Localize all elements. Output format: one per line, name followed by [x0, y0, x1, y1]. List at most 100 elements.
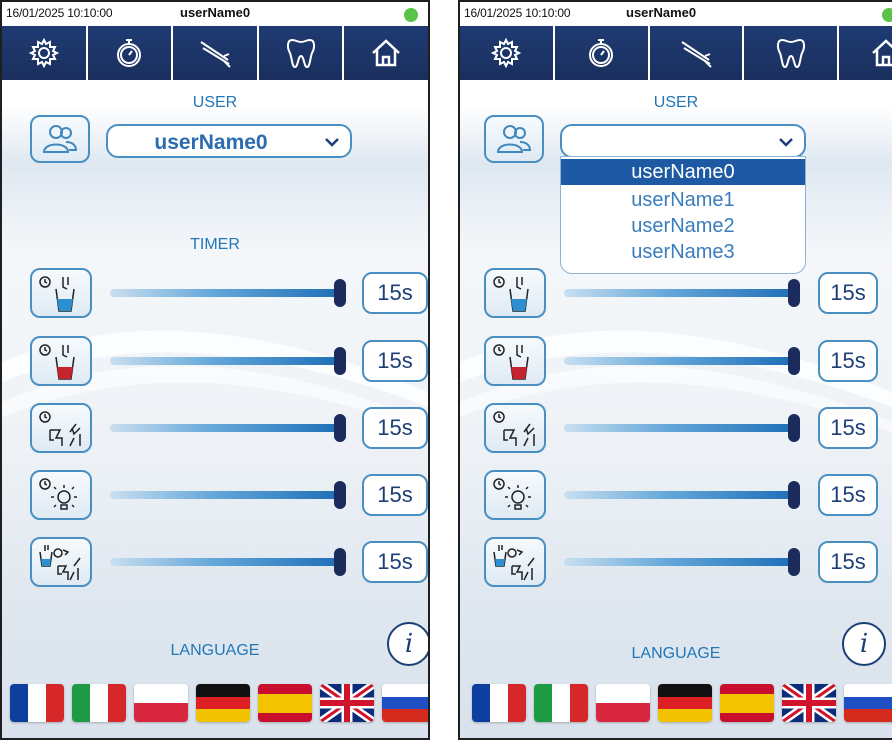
flag-russia-icon[interactable] [382, 684, 428, 722]
timer-value-box[interactable]: 15s [362, 474, 428, 516]
timer-row: 15s [2, 403, 428, 457]
flag-germany-icon[interactable] [658, 684, 712, 722]
cup-red-timer-icon [493, 344, 529, 380]
spittoon-timer-slider[interactable] [110, 414, 346, 442]
slider-thumb[interactable] [788, 414, 800, 442]
language-section-title: LANGUAGE [170, 642, 260, 659]
flag-france-icon[interactable] [472, 684, 526, 722]
flag-uk-icon[interactable] [782, 684, 836, 722]
slider-thumb[interactable] [334, 548, 346, 576]
cup-blue-timer-icon [493, 276, 529, 312]
cup-blue-timer-button[interactable] [30, 268, 92, 318]
flag-france-icon[interactable] [10, 684, 64, 722]
cycle-timer-button[interactable] [30, 537, 92, 587]
status-indicator [404, 8, 418, 22]
language-flags [472, 684, 892, 724]
info-button[interactable]: i [842, 622, 886, 666]
cup-spittoon-cycle-timer-icon [493, 545, 535, 581]
slider-thumb[interactable] [334, 279, 346, 307]
slider-thumb[interactable] [788, 279, 800, 307]
user-profile-button[interactable] [484, 115, 544, 163]
slider-thumb[interactable] [334, 347, 346, 375]
timer-value-box[interactable]: 15s [362, 407, 428, 449]
lamp-timer-slider[interactable] [564, 481, 800, 509]
settings-button[interactable] [2, 26, 86, 80]
flag-poland-icon[interactable] [134, 684, 188, 722]
spittoon-timer-button[interactable] [484, 403, 546, 453]
users-icon [496, 125, 532, 153]
user-section-title: USER [192, 94, 238, 111]
settings-button[interactable] [460, 26, 553, 80]
cup-blue-timer-icon [39, 276, 75, 312]
spittoon-timer-slider[interactable] [564, 414, 800, 442]
cycle-timer-slider[interactable] [564, 548, 800, 576]
slider-thumb[interactable] [788, 548, 800, 576]
user-select-dropdown[interactable] [560, 124, 806, 158]
slider-thumb[interactable] [334, 414, 346, 442]
flag-germany-icon[interactable] [196, 684, 250, 722]
cup-red-timer-slider[interactable] [564, 347, 800, 375]
current-user-label: userName0 [180, 5, 251, 20]
timer-row: 15s [460, 470, 892, 524]
flag-italy-icon[interactable] [534, 684, 588, 722]
cup-spittoon-cycle-timer-icon [39, 545, 81, 581]
datetime-label: 16/01/2025 10:10:00 [464, 6, 571, 20]
lamp-timer-button[interactable] [30, 470, 92, 520]
user-select-dropdown[interactable]: userName0 [106, 124, 352, 158]
slider-thumb[interactable] [788, 347, 800, 375]
flag-italy-icon[interactable] [72, 684, 126, 722]
tooth-button[interactable] [258, 26, 343, 80]
flag-spain-icon[interactable] [258, 684, 312, 722]
timer-row: 15s [460, 537, 892, 591]
timer-value-box[interactable]: 15s [818, 340, 878, 382]
home-button[interactable] [839, 26, 892, 80]
user-option[interactable]: userName3 [561, 239, 805, 265]
home-button[interactable] [344, 26, 428, 80]
timer-value-box[interactable]: 15s [818, 474, 878, 516]
flag-poland-icon[interactable] [596, 684, 650, 722]
user-section-title: USER [653, 94, 699, 111]
user-profile-button[interactable] [30, 115, 90, 163]
cup-blue-timer-button[interactable] [484, 268, 546, 318]
flag-uk-icon[interactable] [320, 684, 374, 722]
datetime-label: 16/01/2025 10:10:00 [6, 6, 113, 20]
timer-button[interactable] [554, 26, 648, 80]
instruments-button[interactable] [173, 26, 257, 80]
cup-red-timer-button[interactable] [30, 336, 92, 386]
lamp-timer-button[interactable] [484, 470, 546, 520]
users-icon [42, 125, 78, 153]
slider-thumb[interactable] [334, 481, 346, 509]
flag-russia-icon[interactable] [844, 684, 892, 722]
screen-user-settings-closed: 16/01/2025 10:10:00 userName0 USER userN… [0, 0, 430, 740]
user-option[interactable]: userName1 [561, 187, 805, 213]
instruments-button[interactable] [649, 26, 743, 80]
user-option[interactable]: userName2 [561, 213, 805, 239]
cycle-timer-slider[interactable] [110, 548, 346, 576]
timer-row: 15s [2, 268, 428, 322]
timer-value-box[interactable]: 15s [362, 340, 428, 382]
spittoon-timer-button[interactable] [30, 403, 92, 453]
timer-value-box[interactable]: 15s [818, 541, 878, 583]
cup-blue-timer-slider[interactable] [564, 279, 800, 307]
cup-red-timer-slider[interactable] [110, 347, 346, 375]
chevron-down-icon [779, 138, 793, 147]
lamp-timer-icon [493, 478, 531, 510]
timer-value-box[interactable]: 15s [362, 272, 428, 314]
cup-red-timer-button[interactable] [484, 336, 546, 386]
cycle-timer-button[interactable] [484, 537, 546, 587]
slider-thumb[interactable] [788, 481, 800, 509]
timer-value-box[interactable]: 15s [818, 272, 878, 314]
lamp-timer-slider[interactable] [110, 481, 346, 509]
spittoon-timer-icon [39, 411, 81, 447]
timer-button[interactable] [87, 26, 172, 80]
flag-spain-icon[interactable] [720, 684, 774, 722]
info-button[interactable]: i [387, 622, 428, 666]
timer-row: 15s [460, 336, 892, 390]
timer-value-box[interactable]: 15s [362, 541, 428, 583]
user-option[interactable]: userName0 [561, 159, 805, 185]
cup-blue-timer-slider[interactable] [110, 279, 346, 307]
timer-value-box[interactable]: 15s [818, 407, 878, 449]
dental-instruments-icon [200, 41, 231, 68]
chevron-down-icon [325, 138, 339, 147]
tooth-button[interactable] [744, 26, 838, 80]
